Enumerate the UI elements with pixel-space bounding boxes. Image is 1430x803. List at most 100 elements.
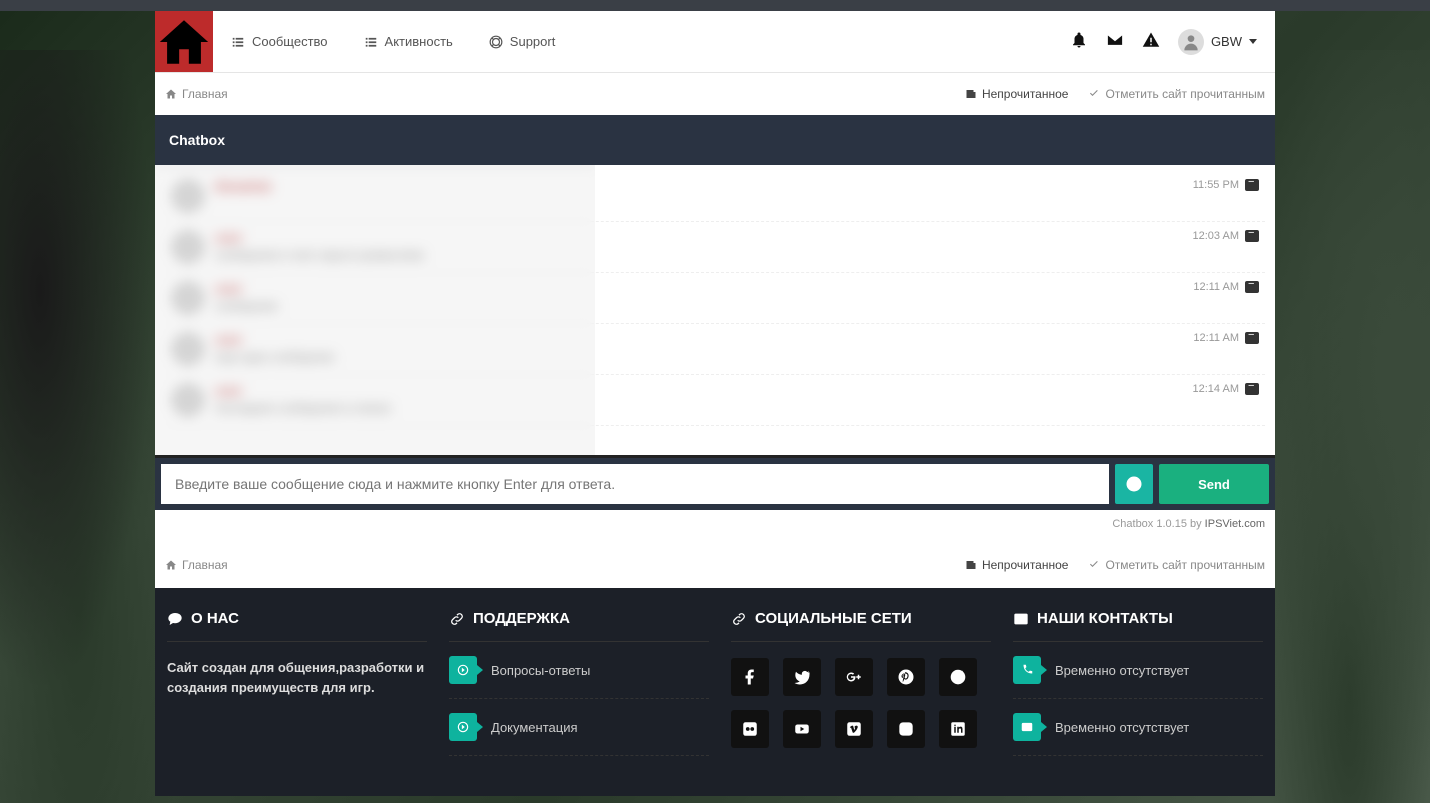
- unread-link[interactable]: Непрочитанное: [965, 87, 1069, 101]
- message-avatar: [171, 230, 205, 264]
- home-icon: [155, 13, 213, 71]
- message-options-button[interactable]: [1245, 179, 1259, 191]
- nav-activity[interactable]: Активность: [346, 11, 471, 72]
- chat-messages[interactable]: DimaHok 11:55 PM user сообщение в чате с…: [155, 165, 1275, 455]
- user-menu[interactable]: GBW: [1178, 29, 1257, 55]
- social-twitter[interactable]: [783, 658, 821, 696]
- main-navigation: Сообщество Активность Support: [155, 11, 1275, 73]
- breadcrumb-home-bottom[interactable]: Главная: [165, 558, 228, 572]
- newspaper-icon: [965, 88, 977, 100]
- social-flickr[interactable]: [731, 710, 769, 748]
- chat-input-bar: Send: [155, 455, 1275, 510]
- message-author[interactable]: user: [215, 383, 1183, 398]
- check-icon: [1088, 559, 1100, 571]
- footer-contacts: НАШИ КОНТАКТЫ Временно отсутствует Време…: [1013, 610, 1263, 756]
- breadcrumb-home[interactable]: Главная: [165, 87, 228, 101]
- message-author[interactable]: user: [215, 332, 1183, 347]
- contact-item[interactable]: Временно отсутствует: [1013, 642, 1263, 699]
- envelope-icon: [1106, 31, 1124, 49]
- message-author[interactable]: user: [215, 281, 1183, 296]
- send-button[interactable]: Send: [1159, 464, 1269, 504]
- contact-icon: [1013, 713, 1041, 741]
- contact-label: Временно отсутствует: [1055, 720, 1189, 735]
- link-icon: [731, 611, 747, 627]
- chat-message: user последнее сообщение в списке 12:14 …: [165, 375, 1265, 426]
- about-text: Сайт создан для общения,разработки и соз…: [167, 642, 427, 697]
- chat-input[interactable]: [161, 464, 1109, 504]
- youtube-icon: [793, 720, 811, 738]
- social-linkedin[interactable]: [939, 710, 977, 748]
- footer-widgets: О НАС Сайт создан для общения,разработки…: [155, 588, 1275, 796]
- dribbble-icon: [949, 668, 967, 686]
- social-instagram[interactable]: [887, 710, 925, 748]
- message-options-button[interactable]: [1245, 230, 1259, 242]
- message-author[interactable]: DimaHok: [215, 179, 1183, 194]
- google-plus-icon: [845, 668, 863, 686]
- nav-support[interactable]: Support: [471, 11, 574, 72]
- vimeo-icon: [845, 720, 863, 738]
- newspaper-icon: [965, 559, 977, 571]
- footer-support: ПОДДЕРЖКА Вопросы-ответы Документация: [449, 610, 709, 756]
- message-avatar: [171, 281, 205, 315]
- message-text: последнее сообщение в списке: [215, 401, 1183, 415]
- contact-item[interactable]: Временно отсутствует: [1013, 699, 1263, 756]
- nav-community[interactable]: Сообщество: [213, 11, 346, 72]
- social-googleplus[interactable]: [835, 658, 873, 696]
- home-icon: [165, 88, 177, 100]
- chat-message: user сообщение 12:11 AM: [165, 273, 1265, 324]
- message-options-button[interactable]: [1245, 281, 1259, 293]
- message-time: 12:03 AM: [1193, 230, 1259, 242]
- twitter-icon: [793, 668, 811, 686]
- message-avatar: [171, 332, 205, 366]
- link-label: Вопросы-ответы: [491, 663, 590, 678]
- chat-message: user еще одно сообщение 12:11 AM: [165, 324, 1265, 375]
- social-dribbble[interactable]: [939, 658, 977, 696]
- message-text: сообщение в чате скрыто размытием: [215, 248, 1183, 262]
- message-avatar: [171, 179, 205, 213]
- list-icon: [364, 35, 378, 49]
- chatbox-header: Chatbox: [155, 115, 1275, 165]
- check-icon: [1088, 88, 1100, 100]
- link-label: Документация: [491, 720, 578, 735]
- facebook-icon: [741, 668, 759, 686]
- mark-read-link-bottom[interactable]: Отметить сайт прочитанным: [1088, 558, 1265, 572]
- unread-link-bottom[interactable]: Непрочитанное: [965, 558, 1069, 572]
- social-pinterest[interactable]: [887, 658, 925, 696]
- flickr-icon: [741, 720, 759, 738]
- envelope-icon: [1013, 611, 1029, 627]
- home-button[interactable]: [155, 11, 213, 72]
- support-link[interactable]: Вопросы-ответы: [449, 642, 709, 699]
- mark-read-link[interactable]: Отметить сайт прочитанным: [1088, 87, 1265, 101]
- footer-about: О НАС Сайт создан для общения,разработки…: [167, 610, 427, 756]
- message-author[interactable]: user: [215, 230, 1183, 245]
- message-time: 12:14 AM: [1193, 383, 1259, 395]
- support-link[interactable]: Документация: [449, 699, 709, 756]
- contact-label: Временно отсутствует: [1055, 663, 1189, 678]
- emoji-button[interactable]: [1115, 464, 1153, 504]
- list-icon: [231, 35, 245, 49]
- chat-message: DimaHok 11:55 PM: [165, 171, 1265, 222]
- social-youtube[interactable]: [783, 710, 821, 748]
- messages-button[interactable]: [1106, 31, 1124, 52]
- message-avatar: [171, 383, 205, 417]
- breadcrumb: Главная Непрочитанное Отметить сайт проч…: [155, 73, 1275, 115]
- comment-icon: [167, 611, 183, 627]
- message-text: еще одно сообщение: [215, 350, 1183, 364]
- message-options-button[interactable]: [1245, 332, 1259, 344]
- pinterest-icon: [897, 668, 915, 686]
- chat-message: user сообщение в чате скрыто размытием 1…: [165, 222, 1265, 273]
- chatbox-credit: Chatbox 1.0.15 by IPSViet.com: [155, 510, 1275, 544]
- notifications-button[interactable]: [1070, 31, 1088, 52]
- message-time: 12:11 AM: [1193, 281, 1259, 293]
- reports-button[interactable]: [1142, 31, 1160, 52]
- social-facebook[interactable]: [731, 658, 769, 696]
- nav-label: Support: [510, 34, 556, 49]
- credit-link[interactable]: IPSViet.com: [1205, 518, 1265, 530]
- message-options-button[interactable]: [1245, 383, 1259, 395]
- chevron-down-icon: [1249, 39, 1257, 44]
- social-vimeo[interactable]: [835, 710, 873, 748]
- nav-label: Сообщество: [252, 34, 328, 49]
- home-icon: [165, 559, 177, 571]
- linkedin-icon: [949, 720, 967, 738]
- chevron-right-icon: [449, 656, 477, 684]
